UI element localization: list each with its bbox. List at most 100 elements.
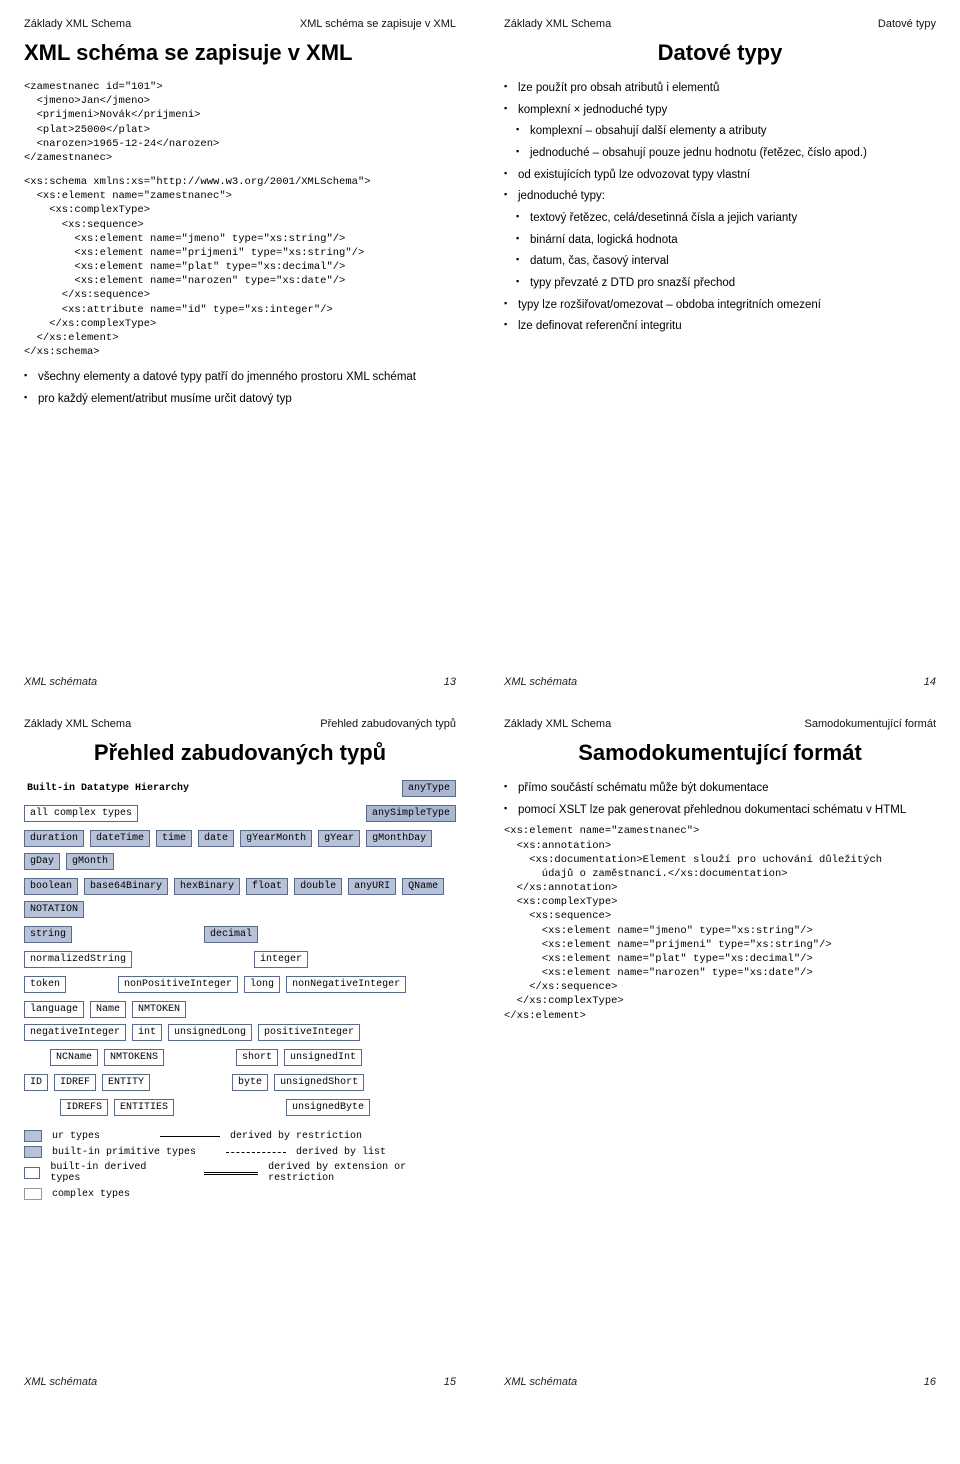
bullet-item: všechny elementy a datové typy patří do … bbox=[24, 369, 456, 386]
type-box: NMTOKEN bbox=[132, 1001, 186, 1018]
diagram-row: durationdateTimetimedategYearMonthgYearg… bbox=[24, 830, 456, 870]
type-box: time bbox=[156, 830, 192, 847]
diagram-row-inline: IDIDREFENTITY bbox=[24, 1074, 150, 1091]
type-box: QName bbox=[402, 878, 444, 895]
type-box: gYearMonth bbox=[240, 830, 312, 847]
diagram-row-inline: short unsignedInt bbox=[236, 1049, 362, 1066]
code-block-schema: <xs:element name="zamestnanec"> <xs:anno… bbox=[504, 824, 936, 1022]
type-box: string bbox=[24, 926, 72, 943]
breadcrumb-left: Základy XML Schema bbox=[24, 18, 131, 30]
slide-title: XML schéma se zapisuje v XML bbox=[24, 40, 456, 66]
type-box: short bbox=[236, 1049, 278, 1066]
type-box: nonPositiveInteger bbox=[118, 976, 238, 993]
code-block-xml-sample: <zamestnanec id="101"> <jmeno>Jan</jmeno… bbox=[24, 80, 456, 165]
slide-title: Datové typy bbox=[504, 40, 936, 66]
legend-line bbox=[160, 1136, 220, 1137]
bullet-item: lze použít pro obsah atributů i elementů bbox=[504, 80, 936, 97]
page-number: 15 bbox=[444, 1376, 456, 1388]
bullet-item: lze definovat referenční integritu bbox=[504, 318, 936, 335]
diagram-row-inline: language Name NMTOKEN bbox=[24, 1001, 186, 1018]
type-box: NMTOKENS bbox=[104, 1049, 164, 1066]
slide-13: Základy XML Schema XML schéma se zapisuj… bbox=[0, 0, 480, 700]
type-box: language bbox=[24, 1001, 84, 1018]
type-box: unsignedInt bbox=[284, 1049, 362, 1066]
diagram-row-inline: negativeIntegerintunsignedLongpositiveIn… bbox=[24, 1024, 360, 1041]
type-box: anyType bbox=[402, 780, 456, 797]
type-box: long bbox=[244, 976, 280, 993]
legend-swatch bbox=[24, 1188, 42, 1200]
type-box: double bbox=[294, 878, 342, 895]
slide-title: Samodokumentující formát bbox=[504, 740, 936, 766]
type-box: unsignedLong bbox=[168, 1024, 252, 1041]
diagram-row-inline: nonPositiveInteger long nonNegativeInteger bbox=[118, 976, 406, 993]
type-box: unsignedShort bbox=[274, 1074, 364, 1091]
page-number: 13 bbox=[444, 676, 456, 688]
breadcrumb-right: Datové typy bbox=[878, 18, 936, 30]
diagram-legend: ur types derived by restriction built-in… bbox=[24, 1130, 456, 1200]
diagram-row-inline: NCNameNMTOKENS bbox=[50, 1049, 164, 1066]
type-box: int bbox=[132, 1024, 162, 1041]
legend-line bbox=[204, 1172, 258, 1175]
bullet-item: typy lze rozšiřovat/omezovat – obdoba in… bbox=[504, 297, 936, 314]
bullet-item: pomocí XSLT lze pak generovat přehlednou… bbox=[504, 802, 936, 819]
type-box: NOTATION bbox=[24, 901, 84, 918]
type-box: integer bbox=[254, 951, 308, 968]
slide-footer: XML schémata 13 bbox=[24, 676, 456, 688]
code-block-schema: <xs:schema xmlns:xs="http://www.w3.org/2… bbox=[24, 175, 456, 359]
type-box: nonNegativeInteger bbox=[286, 976, 406, 993]
type-box: unsignedByte bbox=[286, 1099, 370, 1116]
legend-label: ur types bbox=[52, 1131, 100, 1142]
diagram-heading: Built-in Datatype Hierarchy bbox=[24, 781, 192, 796]
type-box: base64Binary bbox=[84, 878, 168, 895]
breadcrumb-left: Základy XML Schema bbox=[504, 18, 611, 30]
legend-label: derived by extension or restriction bbox=[268, 1162, 456, 1184]
slide-title: Přehled zabudovaných typů bbox=[24, 740, 456, 766]
slide-header: Základy XML Schema Přehled zabudovaných … bbox=[24, 718, 456, 730]
breadcrumb-right: XML schéma se zapisuje v XML bbox=[300, 18, 456, 30]
type-box: gYear bbox=[318, 830, 360, 847]
footer-label: XML schémata bbox=[504, 1376, 577, 1388]
type-box: negativeInteger bbox=[24, 1024, 126, 1041]
diagram-row-inline: unsignedByte bbox=[286, 1099, 370, 1116]
legend-swatch bbox=[24, 1167, 40, 1179]
slide-header: Základy XML Schema Datové typy bbox=[504, 18, 936, 30]
type-box: anySimpleType bbox=[366, 805, 456, 822]
type-box: IDREFS bbox=[60, 1099, 108, 1116]
bullet-list: lze použít pro obsah atributů i elementů… bbox=[504, 80, 936, 335]
type-box: duration bbox=[24, 830, 84, 847]
bullet-item: jednoduché – obsahují pouze jednu hodnot… bbox=[516, 145, 936, 162]
type-box: gMonth bbox=[66, 853, 114, 870]
type-box: float bbox=[246, 878, 288, 895]
diagram-row-inline: IDREFS ENTITIES bbox=[60, 1099, 174, 1116]
legend-label: derived by restriction bbox=[230, 1131, 362, 1142]
type-box: ENTITIES bbox=[114, 1099, 174, 1116]
type-box: boolean bbox=[24, 878, 78, 895]
bullet-list: všechny elementy a datové typy patří do … bbox=[24, 369, 456, 407]
bullet-item: komplexní – obsahují další elementy a at… bbox=[516, 123, 936, 140]
breadcrumb-right: Přehled zabudovaných typů bbox=[320, 718, 456, 730]
bullet-item: pro každý element/atribut musíme určit d… bbox=[24, 391, 456, 408]
type-box: all complex types bbox=[24, 805, 138, 822]
footer-label: XML schémata bbox=[24, 676, 97, 688]
legend-label: built-in derived types bbox=[50, 1162, 168, 1184]
type-box: byte bbox=[232, 1074, 268, 1091]
type-hierarchy-diagram: Built-in Datatype Hierarchy anyType all … bbox=[24, 780, 456, 1200]
bullet-sublist: textový řetězec, celá/desetinná čísla a … bbox=[516, 210, 936, 292]
legend-swatch bbox=[24, 1130, 42, 1142]
footer-label: XML schémata bbox=[24, 1376, 97, 1388]
bullet-list: přímo součástí schématu může být dokumen… bbox=[504, 780, 936, 818]
bullet-item: typy převzaté z DTD pro snazší přechod bbox=[516, 275, 936, 292]
type-box: IDREF bbox=[54, 1074, 96, 1091]
type-box: ENTITY bbox=[102, 1074, 150, 1091]
page-number: 14 bbox=[924, 676, 936, 688]
legend-swatch bbox=[24, 1146, 42, 1158]
type-box: gMonthDay bbox=[366, 830, 432, 847]
legend-label: built-in primitive types bbox=[52, 1147, 196, 1158]
type-box: token bbox=[24, 976, 66, 993]
type-box: Name bbox=[90, 1001, 126, 1018]
type-box: decimal bbox=[204, 926, 258, 943]
bullet-item: binární data, logická hodnota bbox=[516, 232, 936, 249]
slide-footer: XML schémata 16 bbox=[504, 1376, 936, 1388]
slide-16: Základy XML Schema Samodokumentující for… bbox=[480, 700, 960, 1400]
slide-footer: XML schémata 14 bbox=[504, 676, 936, 688]
